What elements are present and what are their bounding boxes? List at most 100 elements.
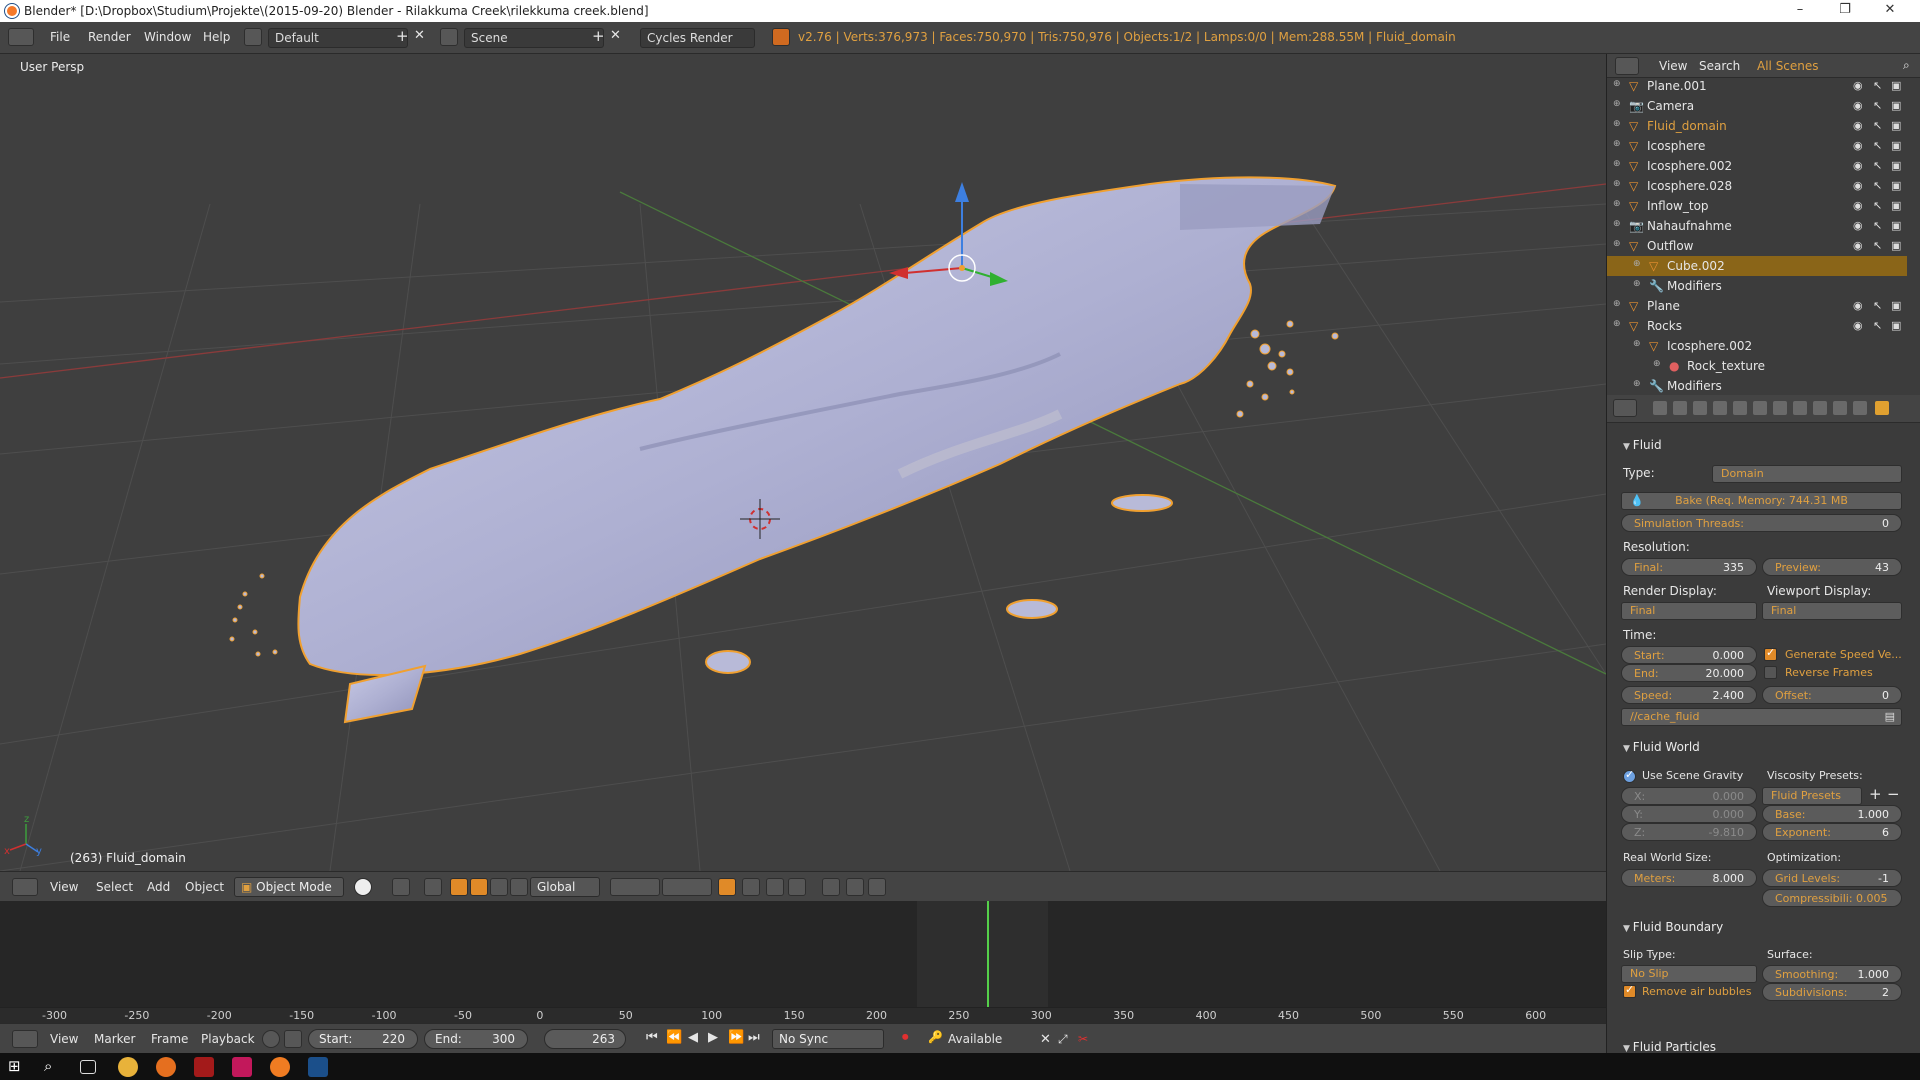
timeline-current-frame-marker[interactable]: [987, 901, 989, 1007]
scene-field[interactable]: Scene: [464, 28, 604, 48]
clear-keying-set-icon[interactable]: ✕: [1040, 1032, 1051, 1047]
time-end-field[interactable]: End: 20.000: [1621, 664, 1757, 682]
visibility-eye-icon[interactable]: ◉: [1853, 179, 1863, 192]
editor-type-timeline-icon[interactable]: [12, 1030, 38, 1048]
current-frame-field[interactable]: 263: [544, 1029, 626, 1049]
visibility-eye-icon[interactable]: ◉: [1853, 299, 1863, 312]
editor-type-outliner-icon[interactable]: [1615, 57, 1639, 75]
renderability-camera-icon[interactable]: ▣: [1891, 319, 1901, 332]
maximize-button[interactable]: ❐: [1825, 2, 1865, 20]
menu-select[interactable]: Select: [96, 880, 133, 894]
render-display-select[interactable]: Final: [1621, 602, 1757, 620]
compressibility-field[interactable]: Compressibili: 0.005: [1762, 889, 1902, 907]
cache-path-field[interactable]: //cache_fluid ▤: [1621, 708, 1902, 726]
editor-type-3d-icon[interactable]: [12, 878, 38, 896]
menu-window[interactable]: Window: [144, 30, 191, 44]
subdivisions-field[interactable]: Subdivisions: 2: [1762, 983, 1902, 1001]
world-tab-icon[interactable]: [1713, 401, 1727, 415]
keying-set-value[interactable]: Available: [948, 1032, 1002, 1046]
outliner-item-name[interactable]: Modifiers: [1667, 279, 1722, 293]
screen-layout-field[interactable]: Default: [268, 28, 408, 48]
scale-manipulator-icon[interactable]: [490, 878, 508, 896]
firefox-icon[interactable]: [156, 1057, 176, 1077]
play-reverse-icon[interactable]: ◀: [688, 1030, 698, 1045]
timeline-ruler[interactable]: -300 -250 -200 -150 -100 -50 0 50 100 150 200 250 30…: [0, 1007, 1606, 1023]
outliner-item-name[interactable]: Rock_texture: [1687, 359, 1765, 373]
lock-time-icon[interactable]: [284, 1030, 302, 1048]
mode-select[interactable]: ▣ Object Mode: [234, 877, 344, 897]
menu-help[interactable]: Help: [203, 30, 230, 44]
render-layers-tab-icon[interactable]: [1673, 401, 1687, 415]
timeline-menu-view[interactable]: View: [50, 1032, 78, 1046]
outliner[interactable]: View Search All Scenes ⌕ ⊕ ▽ Plane.001 ◉ ↖ ▣ ⊕…: [1606, 54, 1920, 395]
outliner-row[interactable]: ⊕ ▽ Cube.002: [1607, 256, 1907, 276]
opengl-animation-icon[interactable]: [868, 878, 886, 896]
outliner-row[interactable]: ⊕ ▽ Icosphere.002: [1607, 336, 1907, 356]
add-screen-icon[interactable]: +: [396, 27, 409, 45]
minimize-button[interactable]: –: [1780, 2, 1820, 20]
editor-type-properties-icon[interactable]: [1613, 399, 1637, 417]
properties-editor[interactable]: Fluid Type: Domain 💧 Bake (Req. Memory: 7…: [1606, 395, 1920, 1053]
outliner-item-name[interactable]: Icosphere.002: [1647, 159, 1732, 173]
expand-toggle-icon[interactable]: ⊕: [1613, 299, 1621, 309]
renderability-camera-icon[interactable]: ▣: [1891, 119, 1901, 132]
outliner-display-mode[interactable]: All Scenes: [1757, 59, 1819, 73]
jump-end-icon[interactable]: ⏭: [748, 1030, 760, 1045]
outliner-row[interactable]: ⊕ ▽ Plane.001 ◉ ↖ ▣: [1607, 76, 1907, 96]
slip-type-select[interactable]: No Slip: [1621, 965, 1757, 983]
outliner-row[interactable]: ⊕ 📷 Nahaufnahme ◉ ↖ ▣: [1607, 216, 1907, 236]
end-frame-field[interactable]: End: 300: [424, 1029, 528, 1049]
outliner-row[interactable]: ⊕ ▽ Rocks ◉ ↖ ▣: [1607, 316, 1907, 336]
selectability-cursor-icon[interactable]: ↖: [1873, 239, 1882, 252]
opengl-render-icon[interactable]: [846, 878, 864, 896]
expand-toggle-icon[interactable]: ⊕: [1633, 339, 1641, 349]
record-icon[interactable]: ⏺: [902, 1030, 909, 1045]
outliner-row[interactable]: ⊕ ▽ Fluid_domain ◉ ↖ ▣: [1607, 116, 1907, 136]
visibility-eye-icon[interactable]: ◉: [1853, 119, 1863, 132]
indesign-icon[interactable]: [232, 1057, 252, 1077]
generate-speed-checkbox[interactable]: [1764, 646, 1777, 661]
render-preview-icon[interactable]: [822, 878, 840, 896]
selectability-cursor-icon[interactable]: ↖: [1873, 299, 1882, 312]
expand-toggle-icon[interactable]: ⊕: [1613, 99, 1621, 109]
menu-file[interactable]: File: [50, 30, 70, 44]
layers-row-1-icon[interactable]: [610, 878, 660, 896]
renderability-camera-icon[interactable]: ▣: [1891, 139, 1901, 152]
visibility-eye-icon[interactable]: ◉: [1853, 199, 1863, 212]
menu-object[interactable]: Object: [185, 880, 224, 894]
selectability-cursor-icon[interactable]: ↖: [1873, 99, 1882, 112]
sync-mode-select[interactable]: No Sync: [772, 1029, 884, 1049]
menu-add[interactable]: Add: [147, 880, 170, 894]
smoothing-field[interactable]: Smoothing: 1.000: [1762, 965, 1902, 983]
outliner-search-icon[interactable]: ⌕: [1903, 58, 1910, 73]
resolution-final-field[interactable]: Final: 335: [1621, 558, 1757, 576]
delete-screen-icon[interactable]: ✕: [414, 28, 425, 43]
expand-toggle-icon[interactable]: ⊕: [1633, 259, 1641, 269]
data-tab-icon[interactable]: [1793, 401, 1807, 415]
preview-range-icon[interactable]: [262, 1030, 280, 1048]
outliner-row[interactable]: ⊕ ▽ Inflow_top ◉ ↖ ▣: [1607, 196, 1907, 216]
timeline-menu-frame[interactable]: Frame: [151, 1032, 188, 1046]
expand-toggle-icon[interactable]: ⊕: [1633, 379, 1641, 389]
visibility-eye-icon[interactable]: ◉: [1853, 139, 1863, 152]
play-icon[interactable]: ▶: [708, 1030, 718, 1045]
renderability-camera-icon[interactable]: ▣: [1891, 179, 1901, 192]
snap-element-icon[interactable]: [788, 878, 806, 896]
fluid-world-panel-header[interactable]: Fluid World: [1623, 740, 1700, 754]
menu-render[interactable]: Render: [88, 30, 131, 44]
outliner-item-name[interactable]: Rocks: [1647, 319, 1682, 333]
meters-field[interactable]: Meters: 8.000: [1621, 869, 1757, 887]
close-window-button[interactable]: ✕: [1870, 2, 1910, 20]
editor-type-info-icon[interactable]: [8, 28, 34, 46]
visibility-eye-icon[interactable]: ◉: [1853, 219, 1863, 232]
outliner-row[interactable]: ⊕ ● Rock_texture: [1607, 356, 1907, 376]
selectability-cursor-icon[interactable]: ↖: [1873, 319, 1882, 332]
selectability-cursor-icon[interactable]: ↖: [1873, 79, 1882, 92]
expand-toggle-icon[interactable]: ⊕: [1613, 219, 1621, 229]
pivot-point-icon[interactable]: [392, 878, 410, 896]
outliner-row[interactable]: ⊕ ▽ Icosphere.028 ◉ ↖ ▣: [1607, 176, 1907, 196]
timeline-editor[interactable]: -300 -250 -200 -150 -100 -50 0 50 100 150 200 250 30…: [0, 901, 1606, 1023]
viewport-scene[interactable]: z x y: [0, 54, 1606, 871]
viewport-display-select[interactable]: Final: [1762, 602, 1902, 620]
expand-toggle-icon[interactable]: ⊕: [1613, 159, 1621, 169]
